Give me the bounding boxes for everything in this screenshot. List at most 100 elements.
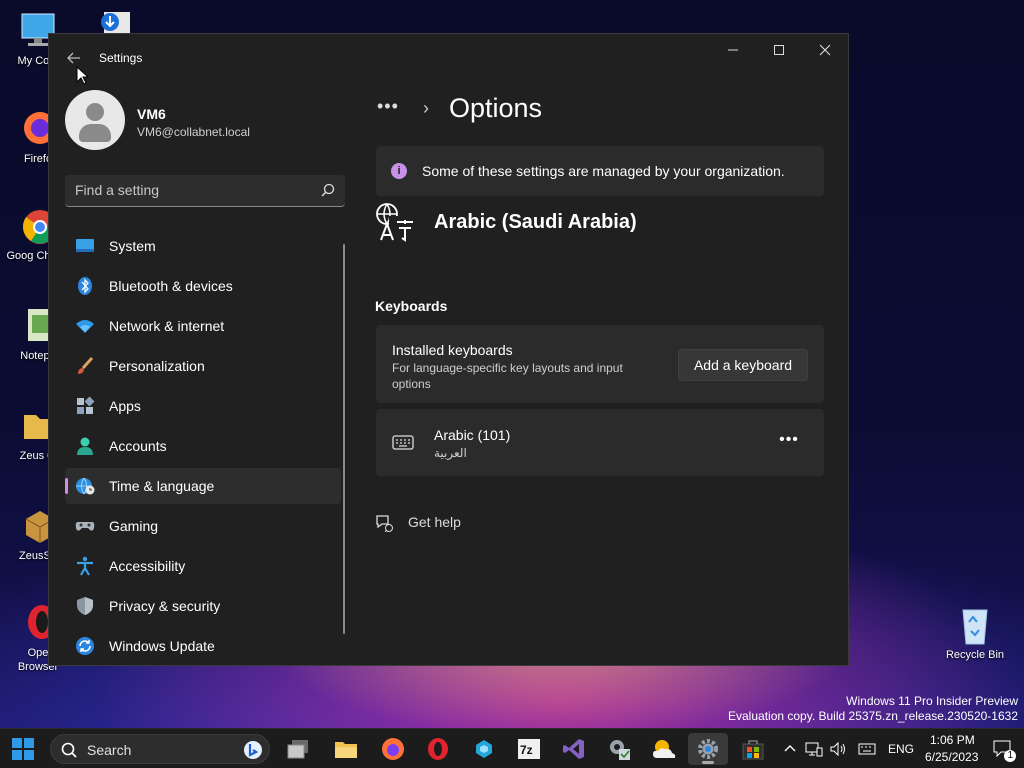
sidebar-item-label: System (109, 238, 156, 254)
sidebar-item-accounts[interactable]: Accounts (65, 428, 341, 464)
task-view-button[interactable] (278, 733, 318, 765)
keyboard-name: Arabic (101) (434, 427, 511, 443)
apps-icon (75, 396, 95, 416)
sidebar-item-label: Windows Update (109, 638, 215, 654)
taskbar-search-label: Search (87, 742, 132, 758)
installed-keyboards-description: For language-specific key layouts and in… (392, 361, 623, 391)
maximize-button[interactable] (756, 34, 802, 66)
firefox-icon (382, 738, 404, 760)
installed-keyboards-title: Installed keyboards (392, 342, 513, 358)
sidebar-item-bluetooth[interactable]: Bluetooth & devices (65, 268, 341, 304)
svg-text:7z: 7z (520, 743, 533, 757)
sidebar-item-privacy[interactable]: Privacy & security (65, 588, 341, 624)
app-taskbar-button[interactable] (464, 733, 504, 765)
sidebar-item-label: Time & language (109, 478, 215, 494)
sidebar-item-label: Privacy & security (109, 598, 221, 614)
installed-keyboards-card: Installed keyboards For language-specifi… (376, 325, 824, 403)
wifi-icon (75, 316, 95, 336)
sidebar-item-windows-update[interactable]: Windows Update (65, 628, 341, 664)
keyboard-tray-button[interactable] (854, 733, 880, 765)
search-icon (61, 742, 77, 758)
network-icon (805, 742, 823, 757)
file-explorer-button[interactable] (326, 733, 366, 765)
notification-count: 1 (1004, 750, 1016, 762)
more-options-button[interactable]: ••• (774, 431, 804, 455)
app-icon (476, 740, 492, 758)
network-tray-button[interactable] (802, 733, 826, 765)
show-hidden-icons-button[interactable] (778, 733, 802, 765)
volume-tray-button[interactable] (826, 733, 850, 765)
breadcrumb-overflow-button[interactable]: ••• (377, 96, 399, 117)
search-box[interactable] (65, 175, 345, 207)
recycle-bin-icon (955, 604, 995, 645)
os-watermark: Windows 11 Pro Insider Preview Evaluatio… (728, 694, 1018, 724)
sidebar-item-accessibility[interactable]: Accessibility (65, 548, 341, 584)
firefox-taskbar-button[interactable] (373, 733, 413, 765)
chevron-up-icon (784, 745, 796, 752)
control-panel-taskbar-button[interactable] (599, 733, 639, 765)
weather-icon (653, 740, 676, 758)
settings-window: Settings VM6 VM6@collabnet.local System … (48, 33, 849, 666)
search-icon[interactable] (321, 183, 335, 197)
sidebar-item-system[interactable]: System (65, 228, 341, 264)
sidebar-item-gaming[interactable]: Gaming (65, 508, 341, 544)
visual-studio-taskbar-button[interactable] (554, 733, 594, 765)
clock-date[interactable]: 6/25/2023 (925, 750, 978, 764)
sidebar-item-label: Accounts (109, 438, 167, 454)
input-language-indicator[interactable]: ENG (888, 742, 914, 756)
accounts-icon (75, 436, 95, 456)
sidebar-item-apps[interactable]: Apps (65, 388, 341, 424)
language-icon (375, 202, 415, 242)
clock-time[interactable]: 1:06 PM (930, 733, 975, 747)
gear-icon (698, 739, 718, 759)
avatar-body (79, 124, 111, 142)
desktop-icon-label: Recycle Bin (945, 649, 1005, 661)
search-input[interactable] (75, 175, 305, 205)
7zip-icon: 7z (518, 739, 540, 759)
title-bar[interactable]: Settings (49, 34, 848, 82)
desktop-icon-recycle-bin[interactable]: Recycle Bin (937, 604, 1013, 662)
sidebar-item-label: Apps (109, 398, 141, 414)
sidebar-item-label: Personalization (109, 358, 205, 374)
control-panel-icon (610, 740, 630, 760)
org-managed-text: Some of these settings are managed by yo… (422, 163, 785, 179)
minimize-icon (728, 49, 738, 51)
notifications-button[interactable]: 1 (986, 733, 1020, 765)
watermark-line: Windows 11 Pro Insider Preview (846, 694, 1018, 708)
help-icon (375, 514, 393, 533)
settings-taskbar-button[interactable] (688, 733, 728, 765)
keyboard-icon (392, 431, 414, 453)
bing-icon (244, 741, 262, 759)
close-button[interactable] (802, 34, 848, 66)
minimize-button[interactable] (710, 34, 756, 66)
selection-indicator (65, 478, 68, 494)
shield-icon (75, 596, 95, 616)
sidebar-item-label: Accessibility (109, 558, 186, 574)
sidebar-scrollbar[interactable] (343, 244, 345, 634)
get-help-link[interactable]: Get help (408, 514, 461, 530)
taskbar: Search 7z ENG 1:06 PM 6/25/2023 1 (0, 728, 1024, 768)
user-email: VM6@collabnet.local (137, 125, 250, 139)
store-taskbar-button[interactable] (733, 733, 773, 765)
task-view-icon (287, 740, 308, 759)
weather-taskbar-button[interactable] (644, 733, 684, 765)
sidebar-item-network[interactable]: Network & internet (65, 308, 341, 344)
close-icon (819, 44, 831, 56)
keyboards-heading: Keyboards (375, 298, 448, 314)
sidebar-item-label: Network & internet (109, 318, 225, 334)
window-title: Settings (99, 51, 143, 65)
opera-taskbar-button[interactable] (418, 733, 458, 765)
taskbar-search[interactable]: Search (50, 734, 270, 764)
folder-icon (335, 742, 357, 758)
sidebar-item-personalization[interactable]: Personalization (65, 348, 341, 384)
bluetooth-icon (75, 276, 95, 296)
mouse-cursor (76, 66, 88, 85)
start-button[interactable] (3, 733, 43, 765)
sidebar-item-time-language[interactable]: Time & language (65, 468, 341, 504)
windows-logo-icon (12, 738, 34, 760)
7zip-taskbar-button[interactable]: 7z (509, 733, 549, 765)
avatar-head (86, 103, 104, 121)
add-keyboard-button[interactable]: Add a keyboard (678, 349, 808, 381)
page-title: Options (449, 93, 543, 123)
avatar[interactable] (65, 90, 125, 150)
